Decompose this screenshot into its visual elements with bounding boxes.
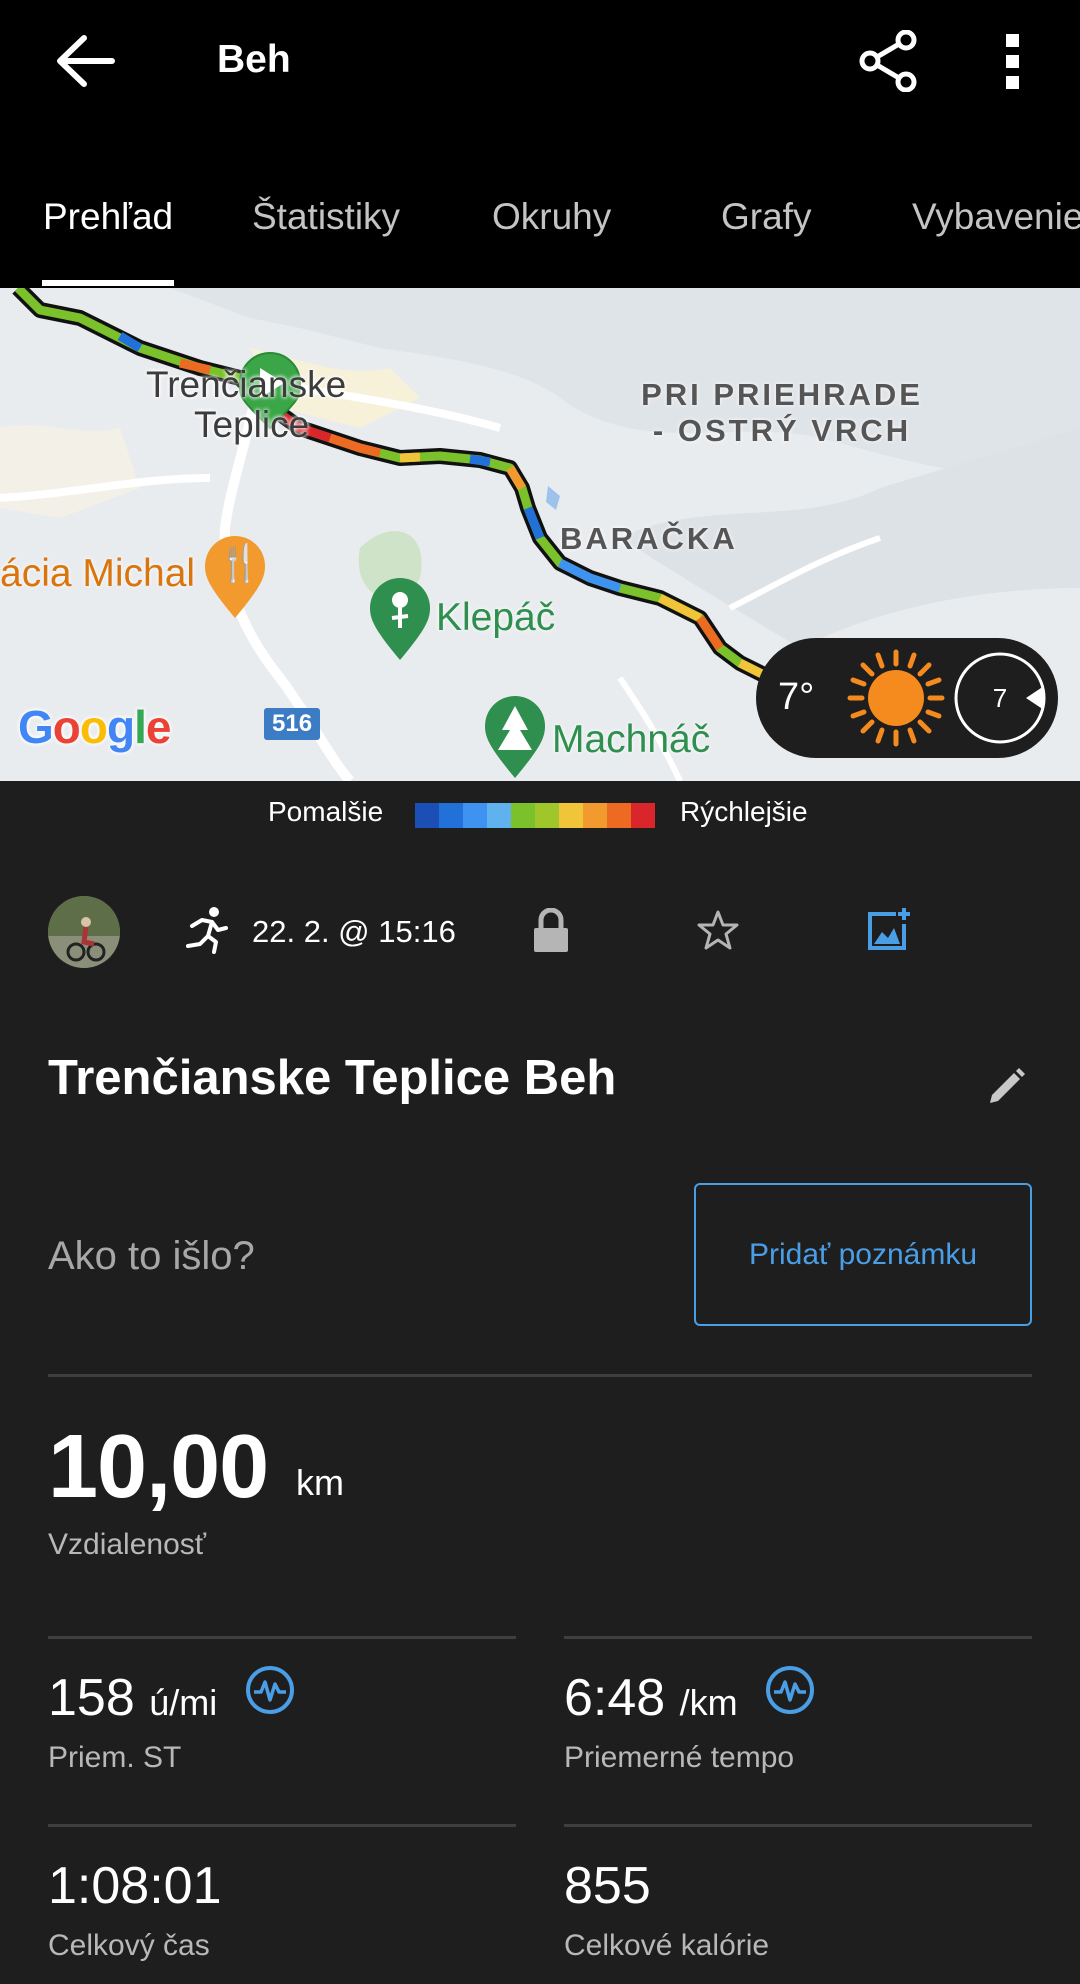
legend-color-swatch <box>511 803 535 828</box>
sun-icon <box>847 649 945 747</box>
running-icon <box>186 907 228 954</box>
total-time-value: 1:08:01 <box>48 1857 222 1915</box>
total-time-label: Celkový čas <box>48 1929 210 1962</box>
weather-temperature: 7° <box>778 676 815 718</box>
share-icon[interactable] <box>858 30 920 92</box>
google-logo: Google <box>18 701 171 753</box>
map-label-area-line1: PRI PRIEHRADE <box>641 377 923 412</box>
avatar[interactable] <box>48 896 120 968</box>
avg-hr-value: 158 <box>48 1669 135 1727</box>
weather-badge: 7° 7 <box>756 638 1058 758</box>
restaurant-icon: 🍴 <box>217 542 262 583</box>
add-photo-icon[interactable] <box>866 906 912 952</box>
legend-slow-label: Pomalšie <box>268 796 384 827</box>
calories-label: Celkové kalórie <box>564 1929 770 1962</box>
legend-color-swatch <box>559 803 583 828</box>
wind-speed: 7 <box>992 683 1008 713</box>
activity-name: Trenčianske Teplice Beh <box>48 1051 617 1105</box>
divider <box>48 1824 516 1827</box>
app-bar: Beh <box>0 0 1080 150</box>
pace-info-icon[interactable] <box>764 1664 816 1716</box>
lock-icon[interactable] <box>531 908 571 954</box>
tab-bar: Prehľad Štatistiky Okruhy Grafy Vybaveni… <box>0 150 1080 288</box>
tab-overview[interactable]: Prehľad <box>43 196 173 238</box>
map-label-klepac: Klepáč <box>436 596 556 639</box>
divider <box>564 1636 1032 1639</box>
map-label-machnac: Machnáč <box>552 718 711 761</box>
legend-fast-label: Rýchlejšie <box>680 796 808 827</box>
avg-hr-label: Priem. ST <box>48 1741 182 1774</box>
legend-color-swatch <box>607 803 631 828</box>
avg-pace-label: Priemerné tempo <box>564 1741 795 1774</box>
tab-statistics[interactable]: Štatistiky <box>252 196 400 238</box>
legend-color-swatch <box>535 803 559 828</box>
road-number-badge: 516 <box>264 708 321 740</box>
pace-legend: Pomalšie Rýchlejšie <box>0 781 1080 849</box>
route-map[interactable]: Trenčianske Teplice PRI PRIEHRADE - OSTR… <box>0 288 1080 781</box>
legend-color-bar <box>415 803 655 828</box>
more-vert-icon[interactable] <box>998 30 1028 92</box>
calories-value: 855 <box>564 1857 651 1915</box>
legend-color-swatch <box>439 803 463 828</box>
legend-color-swatch <box>631 803 655 828</box>
activity-datetime: 22. 2. @ 15:16 <box>252 914 456 949</box>
add-note-button[interactable]: Pridať poznámku <box>694 1183 1032 1326</box>
map-label-area-line2: - OSTRÝ VRCH <box>652 413 912 448</box>
map-label-town-line1: Trenčianske <box>146 364 347 405</box>
divider <box>48 1636 516 1639</box>
map-label-restaurant: ácia Michal <box>0 552 196 595</box>
distance-label: Vzdialenosť <box>48 1528 207 1561</box>
star-outline-icon[interactable] <box>697 909 739 951</box>
map-label-town-line2: Teplice <box>194 404 310 445</box>
heart-rate-info-icon[interactable] <box>244 1664 296 1716</box>
avg-hr-stat: 158 ú/mi <box>48 1668 217 1728</box>
distance-unit: km <box>296 1462 344 1503</box>
tab-active-indicator <box>42 280 174 286</box>
divider <box>564 1824 1032 1827</box>
how-did-it-go-prompt: Ako to išlo? <box>48 1234 255 1278</box>
divider <box>48 1374 1032 1377</box>
avg-pace-value: 6:48 <box>564 1669 666 1727</box>
edit-icon[interactable] <box>986 1065 1028 1107</box>
avg-pace-stat: 6:48 /km <box>564 1668 738 1728</box>
page-title: Beh <box>217 38 291 81</box>
distance-value: 10,00 <box>48 1417 269 1517</box>
tab-gear[interactable]: Vybavenie <box>912 196 1080 238</box>
tab-graphs[interactable]: Grafy <box>721 196 811 238</box>
legend-color-swatch <box>415 803 439 828</box>
legend-color-swatch <box>487 803 511 828</box>
avg-pace-unit: /km <box>679 1682 738 1723</box>
map-label-baracka: BARAČKA <box>560 521 738 556</box>
legend-color-swatch <box>463 803 487 828</box>
arrow-back-icon[interactable] <box>50 30 120 92</box>
tab-laps[interactable]: Okruhy <box>492 196 611 238</box>
avg-hr-unit: ú/mi <box>149 1682 218 1723</box>
legend-color-swatch <box>583 803 607 828</box>
